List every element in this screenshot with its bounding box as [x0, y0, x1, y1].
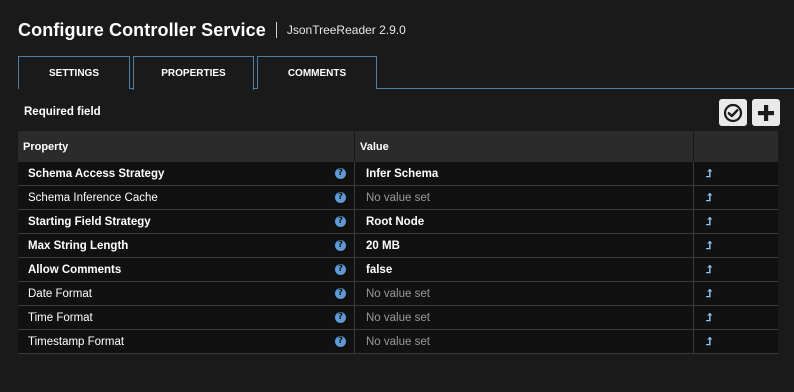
- table-row: Starting Field Strategy? Root Node ⮥: [18, 210, 778, 234]
- property-value[interactable]: No value set: [355, 282, 694, 305]
- column-header-property[interactable]: Property: [18, 131, 355, 162]
- table-row: Schema Access Strategy? Infer Schema ⮥: [18, 162, 778, 186]
- row-actions: ⮥: [694, 162, 778, 185]
- property-name: Time Format?: [18, 306, 355, 329]
- dialog-subtitle: JsonTreeReader 2.9.0: [286, 23, 406, 37]
- property-name: Max String Length?: [18, 234, 355, 257]
- property-name-label: Allow Comments: [28, 263, 122, 276]
- dialog-title: Configure Controller Service: [18, 19, 266, 40]
- property-name-label: Starting Field Strategy: [28, 215, 151, 228]
- table-row: Max String Length? 20 MB ⮥: [18, 234, 778, 258]
- property-name: Timestamp Format?: [18, 330, 355, 353]
- property-name: Date Format?: [18, 282, 355, 305]
- property-value[interactable]: Root Node: [355, 210, 694, 233]
- row-actions: ⮥: [694, 234, 778, 257]
- help-icon[interactable]: ?: [335, 216, 346, 227]
- column-header-actions: [694, 131, 778, 162]
- plus-icon: [758, 104, 774, 121]
- column-header-value[interactable]: Value: [355, 131, 694, 162]
- properties-table: Property Value Schema Access Strategy? In…: [18, 131, 778, 354]
- add-property-button[interactable]: [752, 99, 780, 126]
- row-actions: ⮥: [694, 258, 778, 281]
- goto-service-icon[interactable]: ⮥: [706, 335, 713, 349]
- help-icon[interactable]: ?: [335, 240, 346, 251]
- help-icon[interactable]: ?: [335, 336, 346, 347]
- table-row: Date Format? No value set ⮥: [18, 282, 778, 306]
- help-icon[interactable]: ?: [335, 312, 346, 323]
- help-icon[interactable]: ?: [335, 192, 346, 203]
- property-name-label: Timestamp Format: [28, 335, 125, 348]
- property-name: Starting Field Strategy?: [18, 210, 355, 233]
- property-name-label: Max String Length: [28, 239, 129, 252]
- property-name-label: Date Format: [28, 287, 92, 300]
- help-icon[interactable]: ?: [335, 264, 346, 275]
- property-name-label: Schema Access Strategy: [28, 167, 165, 180]
- goto-service-icon[interactable]: ⮥: [706, 167, 713, 181]
- title-separator: [275, 22, 277, 38]
- property-value[interactable]: Infer Schema: [355, 162, 694, 185]
- property-name: Schema Access Strategy?: [18, 162, 355, 185]
- verify-properties-button[interactable]: [719, 99, 747, 126]
- row-actions: ⮥: [694, 210, 778, 233]
- goto-service-icon[interactable]: ⮥: [706, 215, 713, 229]
- tab-properties[interactable]: PROPERTIES: [133, 56, 254, 90]
- table-body: Schema Access Strategy? Infer Schema ⮥ Sche…: [18, 162, 778, 354]
- dialog-header: Configure Controller Service JsonTreeRea…: [18, 18, 406, 42]
- tab-bar: SETTINGS PROPERTIES COMMENTS: [18, 56, 380, 90]
- property-value[interactable]: No value set: [355, 306, 694, 329]
- table-header: Property Value: [18, 131, 778, 162]
- row-actions: ⮥: [694, 330, 778, 353]
- help-icon[interactable]: ?: [335, 288, 346, 299]
- row-actions: ⮥: [694, 306, 778, 329]
- property-name-label: Schema Inference Cache: [28, 191, 158, 204]
- table-row: Time Format? No value set ⮥: [18, 306, 778, 330]
- row-actions: ⮥: [694, 186, 778, 209]
- goto-service-icon[interactable]: ⮥: [706, 239, 713, 253]
- tab-comments[interactable]: COMMENTS: [257, 56, 377, 89]
- property-value[interactable]: No value set: [355, 186, 694, 209]
- goto-service-icon[interactable]: ⮥: [706, 191, 713, 205]
- property-value[interactable]: 20 MB: [355, 234, 694, 257]
- help-icon[interactable]: ?: [335, 168, 346, 179]
- table-row: Schema Inference Cache? No value set ⮥: [18, 186, 778, 210]
- required-field-label: Required field: [24, 106, 101, 118]
- goto-service-icon[interactable]: ⮥: [706, 263, 713, 277]
- goto-service-icon[interactable]: ⮥: [706, 311, 713, 325]
- row-actions: ⮥: [694, 282, 778, 305]
- property-name-label: Time Format: [28, 311, 93, 324]
- property-value[interactable]: false: [355, 258, 694, 281]
- property-name: Allow Comments?: [18, 258, 355, 281]
- property-value[interactable]: No value set: [355, 330, 694, 353]
- tab-settings[interactable]: SETTINGS: [18, 56, 130, 89]
- check-circle-icon: [723, 103, 743, 122]
- table-row: Allow Comments? false ⮥: [18, 258, 778, 282]
- goto-service-icon[interactable]: ⮥: [706, 287, 713, 301]
- property-name: Schema Inference Cache?: [18, 186, 355, 209]
- table-row: Timestamp Format? No value set ⮥: [18, 330, 778, 354]
